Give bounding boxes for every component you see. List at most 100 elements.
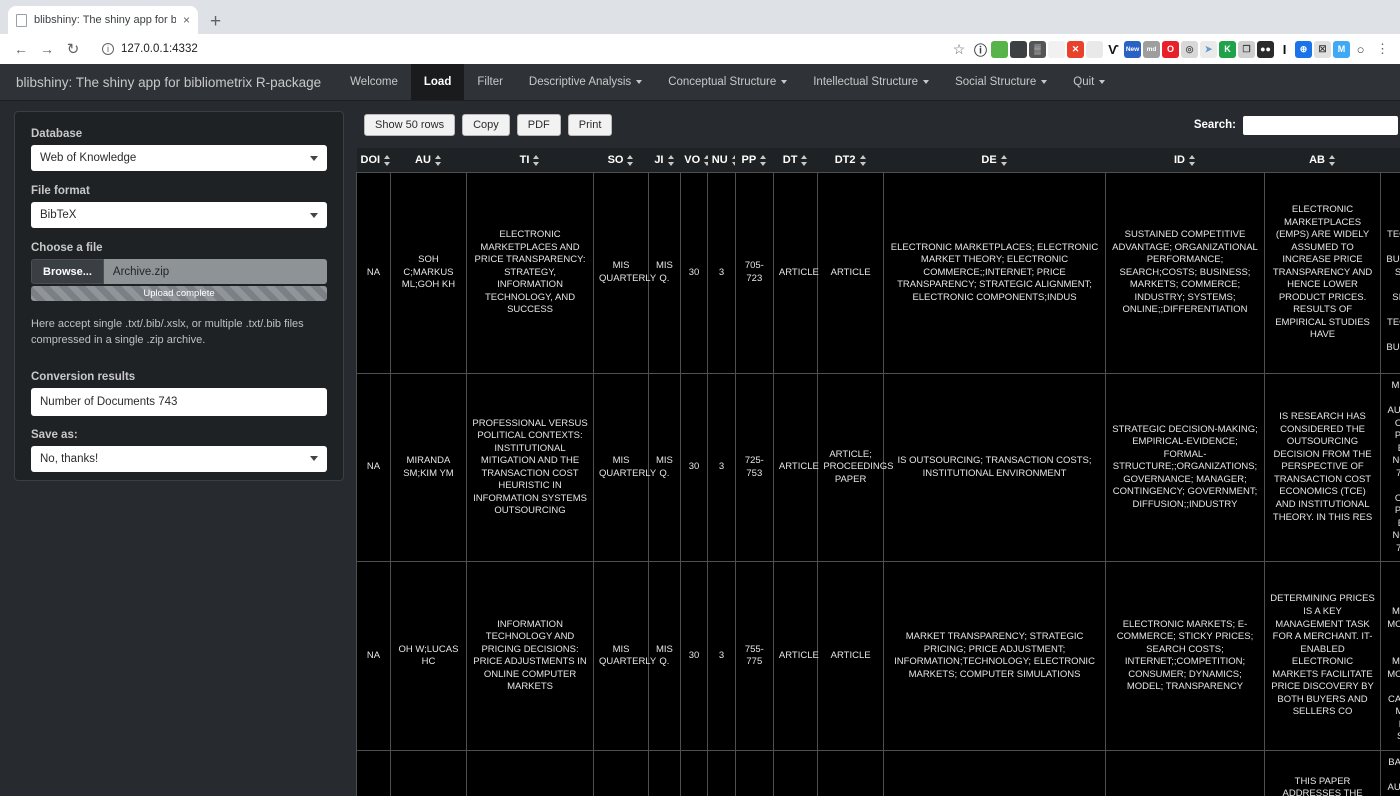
upload-progress-bar: Upload complete <box>31 286 327 301</box>
nav-item-filter[interactable]: Filter <box>464 64 516 100</box>
nav-item-social-structure[interactable]: Social Structure <box>942 64 1060 100</box>
search-input[interactable] <box>1243 115 1398 135</box>
qr-code-icon[interactable]: ▒ <box>1029 40 1046 58</box>
adblock-icon[interactable]: ✕ <box>1067 40 1084 58</box>
close-icon[interactable]: × <box>183 13 190 27</box>
shiny-app: blibshiny: The shiny app for bibliometri… <box>0 64 1400 796</box>
cell-so: MIS QUARTERLY <box>593 561 656 751</box>
cell-c1: BACKHOUSE, J (REPRINT AUTHOR), UNIV LOND… <box>1380 750 1400 796</box>
browser-menu-icon[interactable]: ⋮ <box>1373 41 1392 57</box>
table-button-copy[interactable]: Copy <box>462 114 510 136</box>
sort-icon[interactable] <box>859 154 867 166</box>
table-row[interactable]: NA SOH C;MARKUS ML;GOH KH ELECTRONIC MARKE… <box>356 172 1400 374</box>
column-header-ab[interactable]: AB <box>1264 148 1381 173</box>
cell-ab: ELECTRONIC MARKETPLACES (EMPS) ARE WIDEL… <box>1264 172 1382 374</box>
vd-icon[interactable]: Ѵ <box>1105 41 1122 58</box>
sort-icon[interactable] <box>533 154 540 166</box>
mathworks-icon[interactable]: M <box>1333 40 1350 58</box>
table-row[interactable]: NA MIRANDA SM;KIM YM PROFESSIONAL VERSUS P… <box>356 373 1400 563</box>
column-header-vo[interactable]: VO <box>680 148 711 173</box>
globe-icon[interactable]: ⊕ <box>1295 40 1312 58</box>
nav-item-descriptive-analysis[interactable]: Descriptive Analysis <box>516 64 655 100</box>
info-circle-icon[interactable]: ⓘ <box>972 41 989 58</box>
cell-dt: ARTICLE <box>773 750 819 796</box>
nav-item-load[interactable]: Load <box>410 64 465 100</box>
cell-id: INFRASTRUCTURE; TECHNOLOGY <box>1105 750 1265 796</box>
browser-tab[interactable]: blibshiny: The shiny app for b × <box>8 6 198 34</box>
owl-icon[interactable]: ◎ <box>1181 40 1198 58</box>
fileformat-select[interactable]: BibTeX <box>31 202 327 228</box>
shield-icon[interactable] <box>1086 40 1103 58</box>
column-header-c1[interactable]: C1 <box>1380 148 1400 173</box>
column-header-dt[interactable]: DT <box>773 148 818 173</box>
address-input[interactable]: i 127.0.0.1:4332 <box>92 38 946 60</box>
nav-item-conceptual-structure[interactable]: Conceptual Structure <box>655 64 800 100</box>
new-tab-button[interactable]: + <box>210 12 221 31</box>
nav-item-quit[interactable]: Quit <box>1060 64 1118 100</box>
column-header-au[interactable]: AU <box>390 148 467 173</box>
mendeley-icon[interactable] <box>1010 40 1027 58</box>
column-header-nu[interactable]: NU <box>707 148 738 173</box>
cell-de: POWER AND POLITICS; INSTITUTIONALIZATION… <box>883 750 1107 796</box>
cell-c1: OH, W (REPRINT AUTHOR), MCGILL UNIV, MON… <box>1380 561 1400 751</box>
nav-item-welcome[interactable]: Welcome <box>337 64 411 100</box>
column-header-label: NU <box>711 154 728 166</box>
sort-icon[interactable] <box>667 154 675 166</box>
search-label: Search: <box>1193 119 1236 131</box>
binoculars-icon[interactable]: ●● <box>1257 40 1274 58</box>
back-icon[interactable]: ← <box>8 41 34 57</box>
column-header-ji[interactable]: JI <box>648 148 681 173</box>
column-header-ti[interactable]: TI <box>466 148 594 173</box>
column-header-label: TI <box>519 154 530 166</box>
column-header-id[interactable]: ID <box>1105 148 1265 173</box>
sort-icon[interactable] <box>1188 154 1196 166</box>
database-select[interactable]: Web of Knowledge <box>31 145 327 171</box>
nav-items: Welcome Load Filter Descriptive Analysis Con… <box>337 64 1118 100</box>
sort-icon[interactable] <box>627 154 634 166</box>
cell-id: STRATEGIC DECISION-MAKING; EMPIRICAL-EVI… <box>1105 373 1265 563</box>
cell-au: MIRANDA SM;KIM YM <box>390 373 468 563</box>
pointer-icon[interactable]: ➤ <box>1200 40 1217 58</box>
column-header-de[interactable]: DE <box>883 148 1106 173</box>
new-badge-icon[interactable]: New <box>1124 40 1141 58</box>
sort-icon[interactable] <box>1000 154 1008 166</box>
sort-icon[interactable] <box>1328 154 1336 166</box>
forward-icon[interactable]: → <box>34 41 60 57</box>
document-icon[interactable] <box>1048 40 1065 58</box>
sort-icon[interactable] <box>760 154 767 166</box>
table-row[interactable]: NABACKHOUSE J;HSU CW;SILVA LCIRCUITS OF … <box>356 750 1400 796</box>
cell-de: IS OUTSOURCING; TRANSACTION COSTS; INSTI… <box>883 373 1107 563</box>
clipboard-icon[interactable]: ❐ <box>1238 40 1255 58</box>
markdown-icon[interactable]: md <box>1143 40 1160 58</box>
site-info-icon[interactable]: i <box>102 43 114 55</box>
kaspersky-icon[interactable]: K <box>1219 40 1236 58</box>
sort-icon[interactable] <box>434 154 442 166</box>
excel-icon[interactable]: ☒ <box>1314 40 1331 58</box>
saveas-select[interactable]: No, thanks! <box>31 445 327 472</box>
reload-icon[interactable]: ↻ <box>60 40 86 58</box>
profile-icon[interactable]: ○ <box>1352 41 1369 58</box>
table-button-show-50-rows[interactable]: Show 50 rows <box>364 114 456 136</box>
browse-button[interactable]: Browse... <box>31 259 104 284</box>
chevron-down-icon <box>310 155 318 161</box>
bookmark-star-icon[interactable]: ☆ <box>946 41 972 58</box>
cell-so: MIS QUARTERLY <box>593 373 656 563</box>
nav-item-label: Intellectual Structure <box>813 76 919 88</box>
column-header-doi[interactable]: DOI <box>356 148 391 173</box>
file-input[interactable]: Browse... Archive.zip <box>31 259 327 284</box>
column-header-pp[interactable]: PP <box>735 148 774 173</box>
opera-icon[interactable]: O <box>1162 40 1179 58</box>
column-header-dt2[interactable]: DT2 <box>817 148 884 173</box>
cell-ji: MIS Q. <box>648 750 681 796</box>
italic-icon[interactable]: I <box>1276 41 1293 58</box>
table-button-pdf[interactable]: PDF <box>516 114 561 136</box>
evernote-icon[interactable] <box>991 40 1008 58</box>
table-row[interactable]: NA OH W;LUCAS HC INFORMATION TECHNOLOGY AN… <box>356 561 1400 751</box>
table-button-print[interactable]: Print <box>567 114 613 136</box>
sort-icon[interactable] <box>801 154 808 166</box>
tab-title: blibshiny: The shiny app for b <box>34 14 176 26</box>
cell-nu: 3 <box>707 561 736 751</box>
nav-item-label: Descriptive Analysis <box>528 76 632 88</box>
nav-item-intellectual-structure[interactable]: Intellectual Structure <box>800 64 942 100</box>
column-header-so[interactable]: SO <box>593 148 649 173</box>
